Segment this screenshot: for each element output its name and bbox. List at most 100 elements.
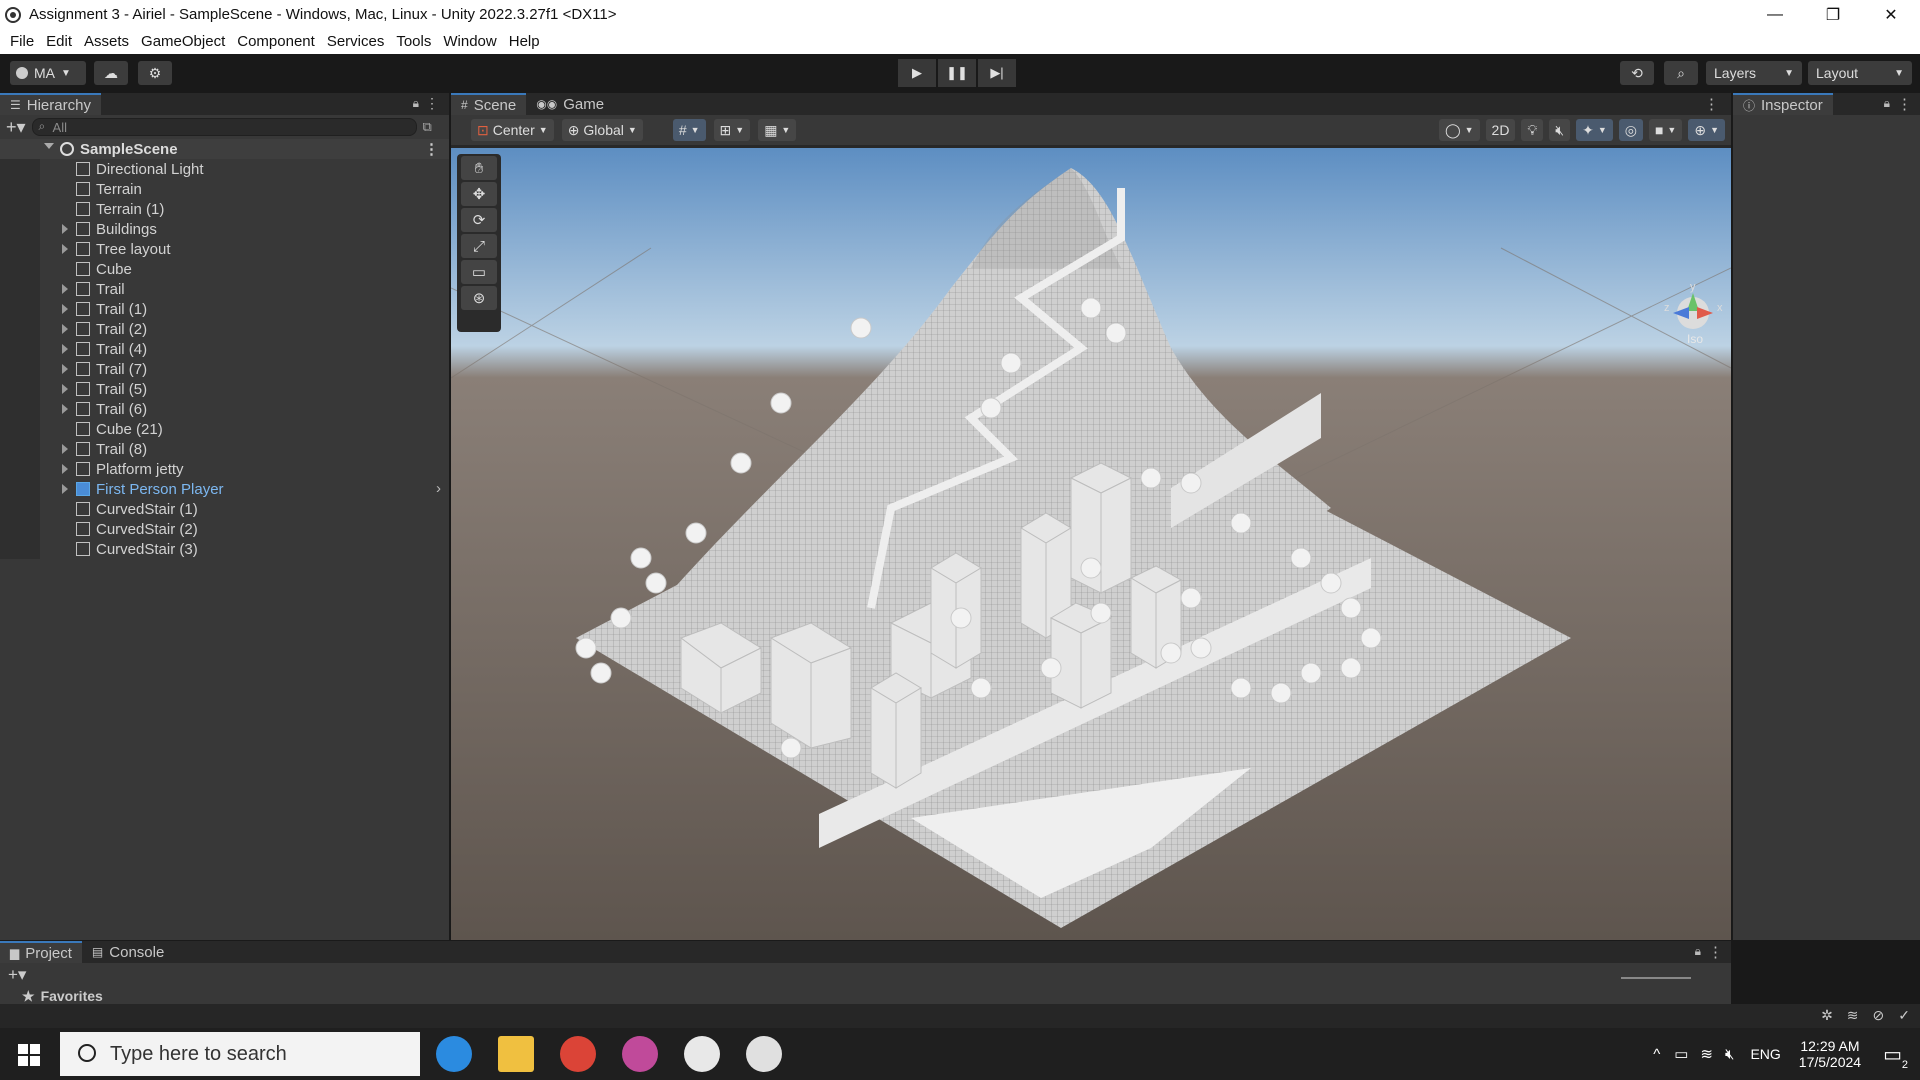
chevron-up-icon[interactable]: ^ [1653, 1046, 1660, 1063]
expand-arrow-icon[interactable] [62, 364, 68, 374]
history-button[interactable]: ⟲ [1620, 61, 1654, 85]
transform-tool-icon[interactable]: ⊛ [461, 286, 497, 310]
expand-arrow-icon[interactable] [62, 284, 68, 294]
list-item[interactable]: Trail (4) [0, 339, 449, 359]
file-explorer-icon[interactable] [498, 1036, 534, 1072]
toggle-2d-button[interactable]: 2D [1485, 119, 1516, 141]
increment-snap-button[interactable]: ⊞ ▼ [713, 119, 751, 141]
menu-tools[interactable]: Tools [390, 33, 437, 50]
favorites-row[interactable]: ★ Favorites [0, 987, 1731, 1005]
account-dropdown[interactable]: MA ▼ [10, 61, 86, 85]
collab-button[interactable]: ⚙ [138, 61, 172, 85]
layout-dropdown[interactable]: Layout ▼ [1808, 61, 1912, 85]
ruler-button[interactable]: ▦ ▼ [758, 119, 797, 141]
list-item[interactable]: Trail [0, 279, 449, 299]
menu-file[interactable]: File [4, 33, 40, 50]
scene-viewport[interactable]: y z x Iso ✋︎ ✥ ⟳ ⤢ ▭ ⊛ [451, 148, 1731, 940]
menu-services[interactable]: Services [321, 33, 391, 50]
pause-button[interactable]: ❚❚ [938, 59, 976, 87]
unity-editor-icon[interactable] [746, 1036, 782, 1072]
list-item[interactable]: CurvedStair (3) [0, 539, 449, 559]
step-button[interactable]: ▶| [978, 59, 1016, 87]
chevron-right-icon[interactable]: › [436, 480, 441, 497]
scene-root[interactable]: SampleScene ⋮ [0, 139, 449, 159]
check-icon[interactable]: ✓ [1898, 1007, 1910, 1024]
expand-arrow-icon[interactable] [62, 464, 68, 474]
add-button[interactable]: +▾ [8, 965, 26, 985]
expand-arrow-icon[interactable] [62, 444, 68, 454]
lighting-button[interactable]: 💡︎ [1521, 119, 1544, 141]
more-options-icon[interactable]: ⋮ [1708, 943, 1723, 961]
tab-inspector[interactable]: ⓘ Inspector [1733, 93, 1833, 115]
chrome-icon[interactable] [560, 1036, 596, 1072]
list-item[interactable]: Trail (7) [0, 359, 449, 379]
expand-arrow-icon[interactable] [62, 344, 68, 354]
lock-icon[interactable]: 🔒︎ [1695, 944, 1701, 959]
camera-button[interactable]: ■ ▼ [1648, 119, 1683, 141]
pivot-dropdown[interactable]: ⊡ Center ▼ [471, 119, 554, 141]
menu-component[interactable]: Component [231, 33, 321, 50]
expand-arrow-icon[interactable] [62, 244, 68, 254]
tab-project[interactable]: ▆ Project [0, 941, 82, 963]
list-item-prefab[interactable]: First Person Player › [0, 479, 449, 499]
more-options-icon[interactable]: ⋮ [1704, 95, 1719, 113]
chrome-profile-icon[interactable] [622, 1036, 658, 1072]
layers-icon[interactable]: ≋ [1847, 1007, 1859, 1024]
clock[interactable]: 12:29 AM 17/5/2024 [1799, 1038, 1861, 1070]
taskbar-search-input[interactable]: Type here to search [60, 1032, 420, 1076]
list-item[interactable]: Trail (8) [0, 439, 449, 459]
list-item[interactable]: CurvedStair (1) [0, 499, 449, 519]
expand-arrow-icon[interactable] [62, 224, 68, 234]
lock-icon[interactable]: 🔒︎ [413, 96, 419, 111]
more-options-icon[interactable]: ⋮ [425, 95, 439, 112]
expand-arrow-icon[interactable] [62, 384, 68, 394]
list-item[interactable]: Terrain [0, 179, 449, 199]
list-item[interactable]: Trail (1) [0, 299, 449, 319]
add-button[interactable]: +▾ [6, 117, 26, 138]
search-options-icon[interactable]: ⧉ [423, 119, 432, 135]
hierarchy-search-input[interactable]: All [31, 118, 417, 136]
space-dropdown[interactable]: ⊕ Global ▼ [561, 119, 643, 141]
visibility-button[interactable]: ◎ [1618, 119, 1643, 141]
layers-dropdown[interactable]: Layers ▼ [1706, 61, 1802, 85]
expand-arrow-icon[interactable] [62, 484, 68, 494]
move-tool-icon[interactable]: ✥ [461, 182, 497, 206]
list-item[interactable]: Platform jetty [0, 459, 449, 479]
menu-help[interactable]: Help [503, 33, 546, 50]
shading-dropdown[interactable]: ◯ ▼ [1438, 119, 1480, 141]
minimize-button[interactable]: — [1746, 0, 1804, 29]
list-item[interactable]: Trail (2) [0, 319, 449, 339]
scene-menu-icon[interactable]: ⋮ [424, 140, 439, 158]
language-indicator[interactable]: ENG [1750, 1046, 1780, 1062]
unity-hub-icon[interactable] [684, 1036, 720, 1072]
windows-start-icon[interactable] [18, 1044, 40, 1066]
gizmo-projection-label[interactable]: Iso [1687, 332, 1703, 346]
list-item[interactable]: Cube [0, 259, 449, 279]
battery-icon[interactable]: ▭ [1674, 1045, 1688, 1063]
expand-arrow-icon[interactable] [62, 404, 68, 414]
notifications-button[interactable]: ▭ 2 [1883, 1042, 1908, 1071]
more-options-icon[interactable]: ⋮ [1897, 95, 1912, 113]
menu-window[interactable]: Window [437, 33, 502, 50]
zoom-slider[interactable] [1621, 977, 1691, 979]
close-button[interactable]: ✕ [1862, 0, 1920, 29]
expand-arrow-icon[interactable] [62, 304, 68, 314]
menu-assets[interactable]: Assets [78, 33, 135, 50]
cloud-button[interactable]: ☁ [94, 61, 128, 85]
audio-button[interactable]: 🔇︎ [1549, 119, 1571, 141]
cache-icon[interactable]: ⊘ [1873, 1007, 1885, 1024]
maximize-button[interactable]: ❐ [1804, 0, 1862, 29]
hand-tool-icon[interactable]: ✋︎ [461, 156, 497, 180]
rect-tool-icon[interactable]: ▭ [461, 260, 497, 284]
debug-icon[interactable]: ✲ [1821, 1007, 1833, 1024]
tab-console[interactable]: ▤ Console [82, 941, 174, 963]
search-button[interactable]: ⌕ [1664, 61, 1698, 85]
list-item[interactable]: Trail (6) [0, 399, 449, 419]
list-item[interactable]: Directional Light [0, 159, 449, 179]
list-item[interactable]: CurvedStair (2) [0, 519, 449, 539]
tab-scene[interactable]: # Scene [451, 93, 527, 115]
play-button[interactable]: ▶ [898, 59, 936, 87]
list-item[interactable]: Terrain (1) [0, 199, 449, 219]
rotate-tool-icon[interactable]: ⟳ [461, 208, 497, 232]
volume-mute-icon[interactable]: 🔇︎ [1725, 1046, 1734, 1063]
